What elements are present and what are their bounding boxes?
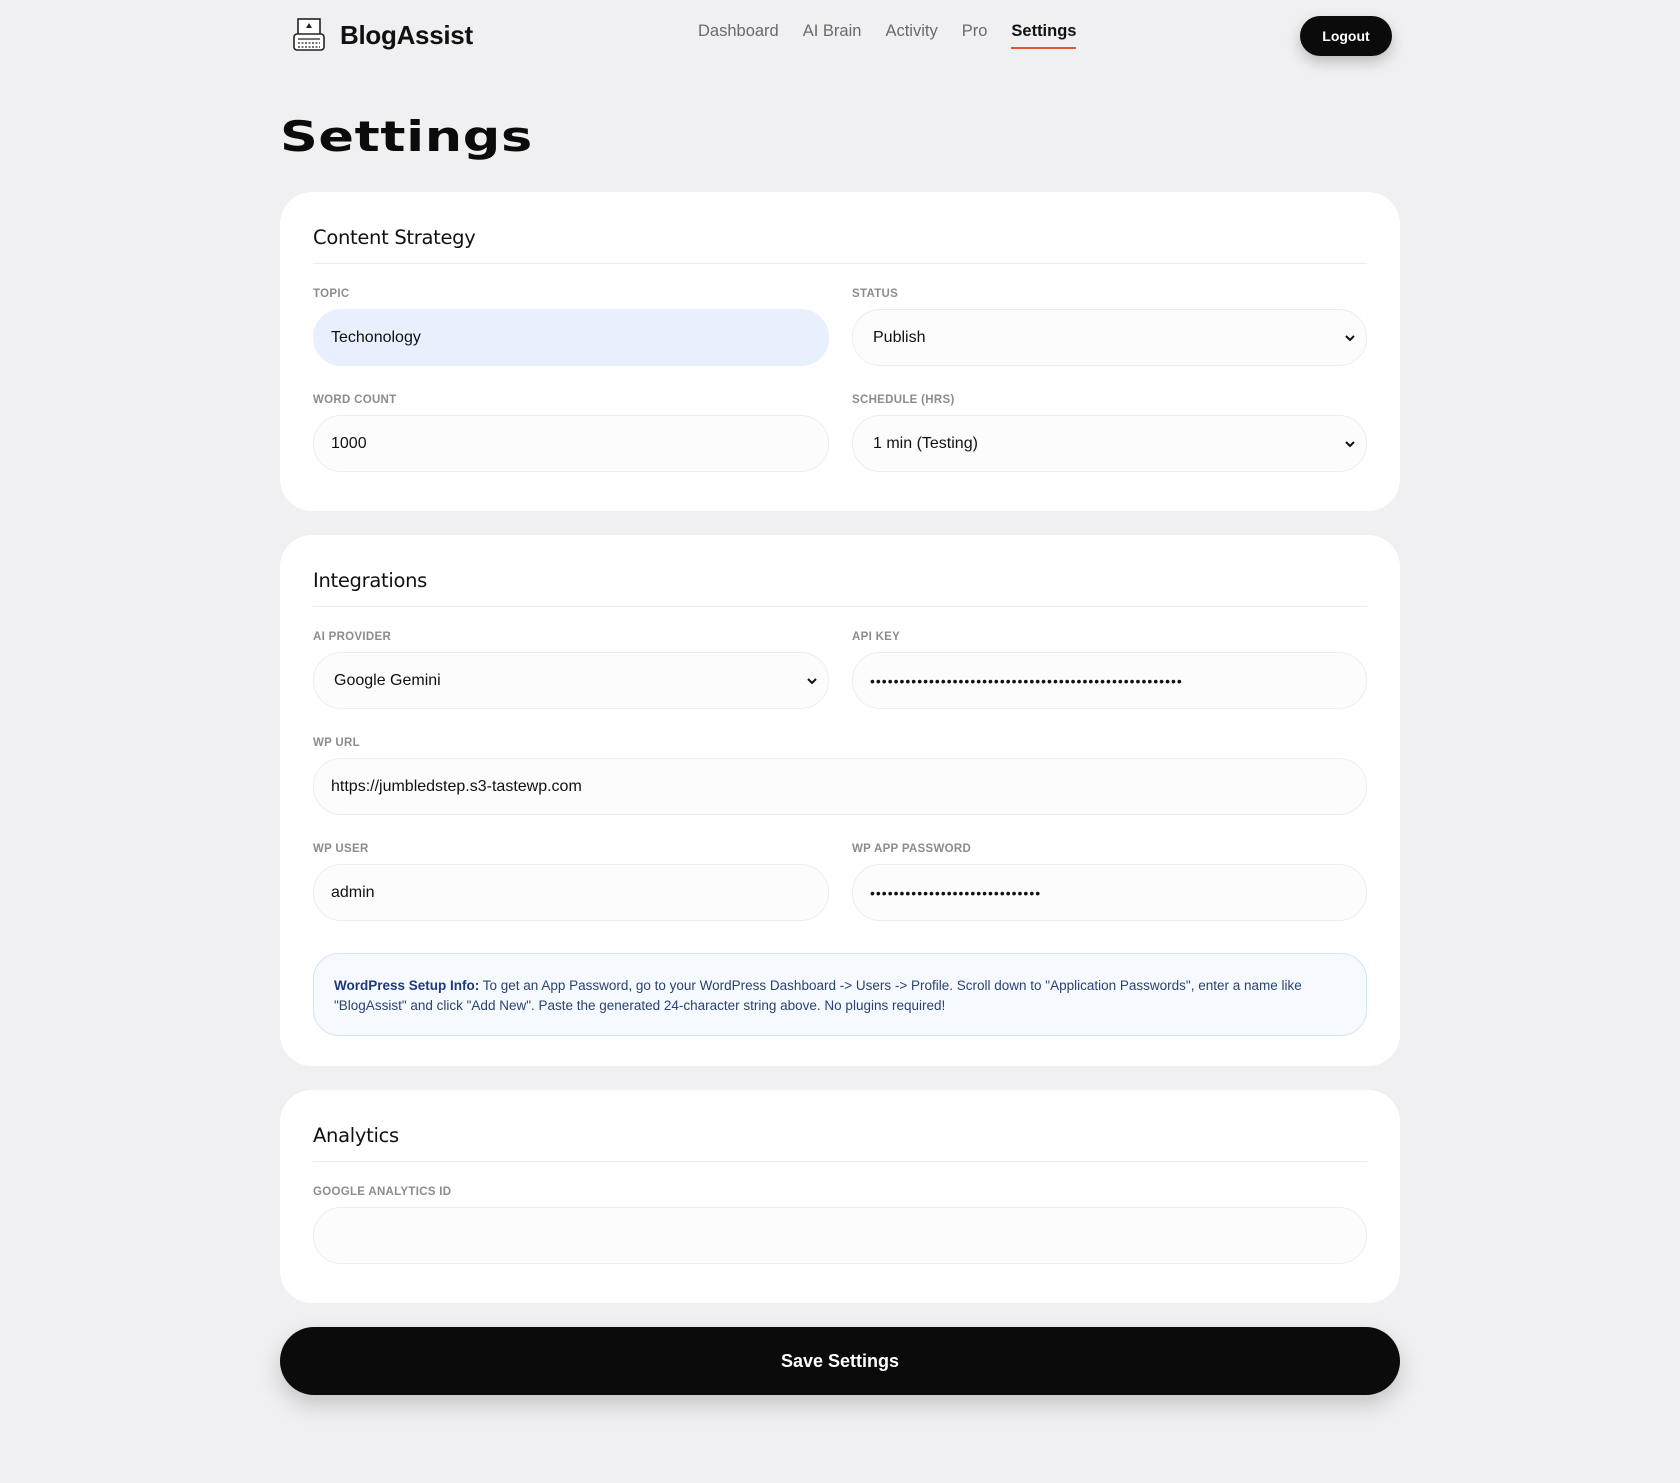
ai-provider-select[interactable]: Google Gemini [313,652,829,709]
logout-button[interactable]: Logout [1300,16,1392,56]
api-key-label: API KEY [852,631,901,643]
word-count-input[interactable] [313,415,829,472]
ga-label: GOOGLE ANALYTICS ID [313,1186,452,1198]
integrations-title: Integrations [313,535,1367,607]
wp-url-input[interactable] [313,758,1367,815]
topic-input[interactable] [313,309,829,366]
content-strategy-card: Content Strategy TOPIC STATUS Publish WO… [280,192,1400,511]
status-value: Publish [873,328,926,346]
wp-password-input[interactable] [852,864,1367,921]
schedule-field: SCHEDULE (HRS) 1 min (Testing) [852,394,1367,472]
schedule-select[interactable]: 1 min (Testing) [852,415,1367,472]
integrations-card: Integrations AI PROVIDER Google Gemini A… [280,535,1400,1066]
wp-user-field: WP USER [313,843,829,921]
wp-user-label: WP USER [313,843,369,855]
info-title: WordPress Setup Info: [334,978,480,993]
content-strategy-title: Content Strategy [313,192,1367,264]
analytics-title: Analytics [313,1090,1367,1162]
chevron-down-icon [1345,441,1355,448]
status-label: STATUS [852,288,899,300]
wp-url-label: WP URL [313,737,360,749]
chevron-down-icon [1345,335,1355,342]
status-field: STATUS Publish [852,288,1367,366]
wp-user-input[interactable] [313,864,829,921]
brand[interactable]: BlogAssist [292,16,473,54]
nav-ai-brain[interactable]: AI Brain [803,22,862,49]
schedule-value: 1 min (Testing) [873,434,978,452]
info-text: To get an App Password, go to your WordP… [334,978,1302,1013]
chevron-down-icon [807,678,817,685]
schedule-label: SCHEDULE (HRS) [852,394,955,406]
word-count-field: WORD COUNT [313,394,829,472]
ai-provider-field: AI PROVIDER Google Gemini [313,631,829,709]
ga-field: GOOGLE ANALYTICS ID [313,1186,1367,1264]
topic-label: TOPIC [313,288,350,300]
word-count-label: WORD COUNT [313,394,397,406]
wp-password-label: WP APP PASSWORD [852,843,972,855]
ga-input[interactable] [313,1207,1367,1264]
main-nav: Dashboard AI Brain Activity Pro Settings [698,22,1100,49]
wp-password-field: WP APP PASSWORD [852,843,1367,921]
nav-settings[interactable]: Settings [1011,22,1077,49]
nav-dashboard[interactable]: Dashboard [698,22,779,49]
save-settings-button[interactable]: Save Settings [280,1327,1400,1395]
page-title: Settings [280,112,533,161]
nav-activity[interactable]: Activity [885,22,937,49]
status-select[interactable]: Publish [852,309,1367,366]
typewriter-logo-icon [293,18,325,51]
api-key-input[interactable] [852,652,1367,709]
wordpress-setup-info: WordPress Setup Info: To get an App Pass… [313,953,1367,1036]
analytics-card: Analytics GOOGLE ANALYTICS ID [280,1090,1400,1303]
ai-provider-value: Google Gemini [334,671,441,689]
ai-provider-label: AI PROVIDER [313,631,392,643]
api-key-field: API KEY [852,631,1367,709]
wp-url-field: WP URL [313,737,1367,815]
brand-name: BlogAssist [340,19,473,50]
nav-pro[interactable]: Pro [962,22,988,49]
topic-field: TOPIC [313,288,829,366]
top-header: BlogAssist Dashboard AI Brain Activity P… [0,0,1680,72]
